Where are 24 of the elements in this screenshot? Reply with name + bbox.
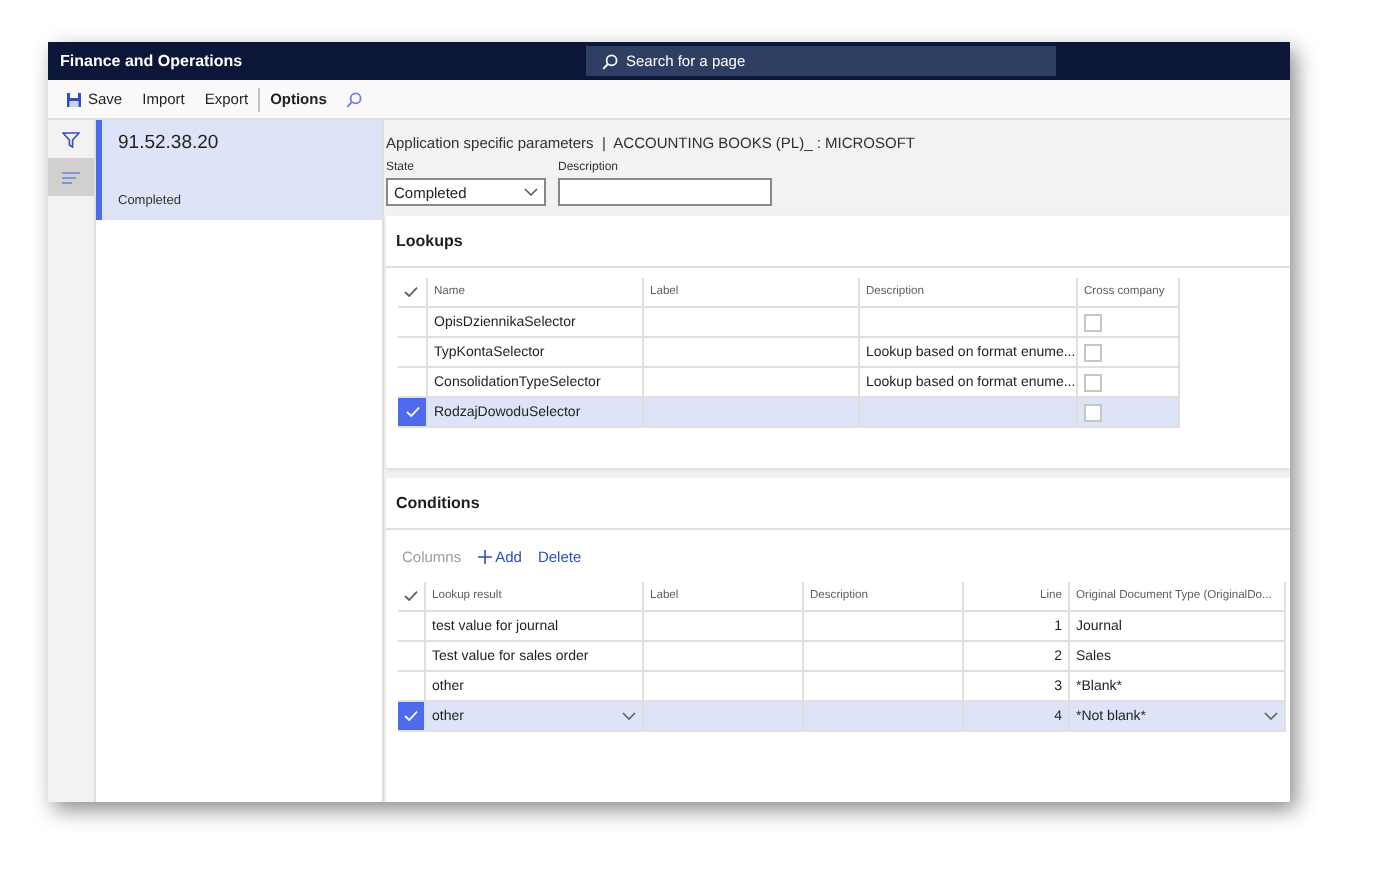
filter-icon [62,131,80,147]
caret-icon [524,188,538,196]
plus-icon [477,550,492,565]
section-title: Lookups [396,232,463,250]
search-icon [602,53,618,69]
row-selector[interactable] [398,672,426,703]
description-field[interactable] [558,178,772,206]
row-selector[interactable] [398,702,426,733]
search-icon [346,91,363,107]
checkbox[interactable] [1084,373,1102,391]
checkmark-icon [404,286,418,298]
checkmark-icon [404,710,418,723]
caret-icon [622,712,636,721]
checkmark-icon [405,406,419,418]
checkbox[interactable] [1084,343,1102,361]
checkmark-icon [404,590,418,603]
checkbox[interactable] [1084,313,1102,331]
item-title: 91.52.38.20 [118,132,221,154]
section-title: Conditions [396,494,480,513]
caret-icon [1264,712,1278,721]
app-title: Finance and Operations [58,52,245,70]
row-selector[interactable] [398,398,428,428]
checkbox[interactable] [1084,403,1102,421]
list-icon [62,171,80,183]
